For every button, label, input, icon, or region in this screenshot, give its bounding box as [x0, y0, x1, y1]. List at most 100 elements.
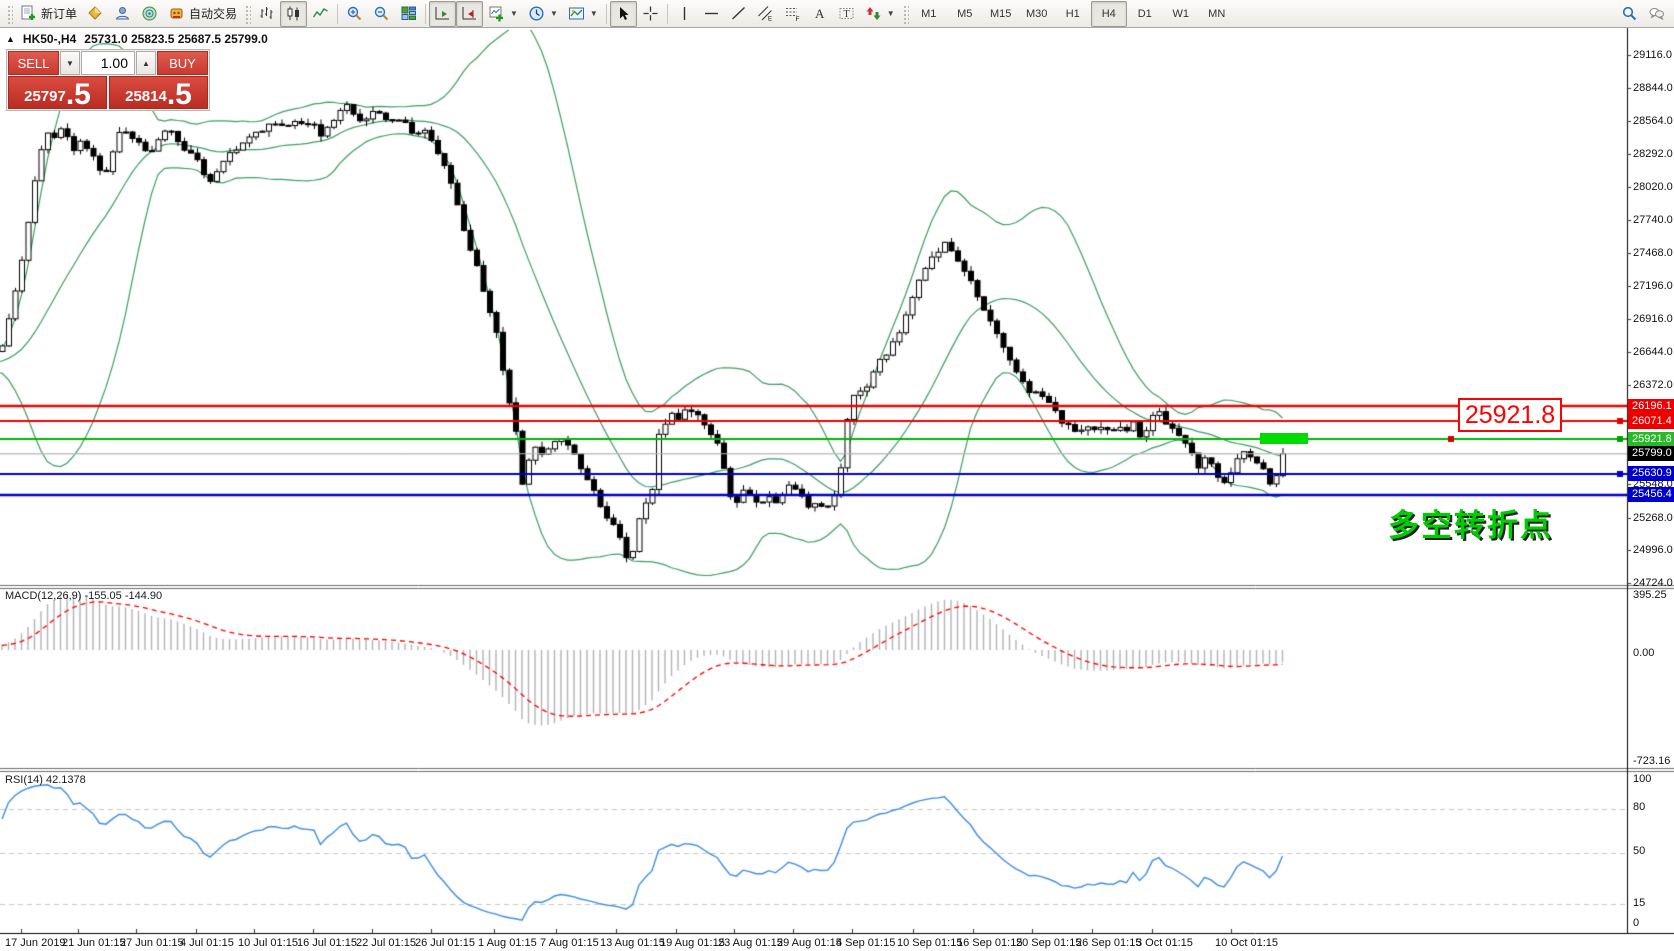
line-chart-button[interactable]	[307, 1, 334, 27]
chevron-down-icon: ▼	[887, 9, 895, 18]
sell-price-frac: .5	[66, 82, 91, 108]
zoom-out-button[interactable]	[368, 1, 395, 27]
search-icon	[1621, 5, 1638, 22]
price-level-tag[interactable]: 25456.4	[1628, 487, 1674, 502]
date-tick-label: 20 Sep 01:15	[1016, 937, 1081, 949]
fibonacci-button[interactable]: F	[779, 1, 806, 27]
horizontal-line-button[interactable]	[698, 1, 725, 27]
rsi-axis-100: 100	[1633, 773, 1651, 785]
sell-price-main: 25797	[24, 89, 66, 104]
price-tick-label: 25268.0	[1633, 512, 1674, 524]
rsi-axis-15: 15	[1633, 897, 1645, 909]
chevron-down-icon: ▼	[590, 9, 598, 18]
toolbar-grip[interactable]	[6, 4, 13, 24]
date-tick-label: 16 Jul 01:15	[297, 937, 357, 949]
scroll-to-end-icon	[434, 5, 451, 22]
scroll-to-end-button[interactable]	[429, 1, 456, 27]
svg-text:F: F	[795, 16, 799, 22]
horizontal-line-icon	[703, 5, 720, 22]
text-button[interactable]: A	[806, 1, 833, 27]
timeframe-button-MN[interactable]: MN	[1199, 1, 1235, 27]
search-button[interactable]	[1616, 1, 1643, 27]
date-tick-label: 26 Jul 01:15	[415, 937, 475, 949]
chat-icon	[1648, 5, 1665, 22]
timeframe-button-H4[interactable]: H4	[1091, 1, 1127, 27]
trendline-button[interactable]	[725, 1, 752, 27]
arrows-button[interactable]: ▼	[860, 1, 900, 27]
timeframe-button-M15[interactable]: M15	[983, 1, 1019, 27]
ohlc-values: 25731.0 25823.5 25687.5 25799.0	[84, 32, 268, 46]
macd-axis-zero: 0.00	[1633, 647, 1654, 659]
sell-price-button[interactable]: 25797.5	[8, 76, 107, 109]
price-annotation-box[interactable]: 25921.8	[1458, 398, 1562, 432]
timeframe-button-W1[interactable]: W1	[1163, 1, 1199, 27]
volume-decrease-button[interactable]: ▼	[60, 51, 80, 75]
price-level-tag[interactable]: 26196.1	[1628, 399, 1674, 414]
text-label-button[interactable]: T	[833, 1, 860, 27]
templates-button[interactable]: ▼	[563, 1, 603, 27]
turning-point-text[interactable]: 多空转折点	[1388, 500, 1553, 545]
equidistant-channel-icon: E	[757, 5, 774, 22]
chat-button[interactable]	[1643, 1, 1670, 27]
timeframe-button-H1[interactable]: H1	[1055, 1, 1091, 27]
date-tick-label: 21 Jun 01:15	[62, 937, 126, 949]
candlestick-chart-button[interactable]	[280, 1, 307, 27]
marker-button[interactable]	[82, 1, 109, 27]
volume-increase-button[interactable]: ▲	[136, 51, 156, 75]
price-level-tag[interactable]: 25630.9	[1628, 466, 1674, 481]
date-tick-label: 19 Aug 01:15	[660, 937, 725, 949]
profile-button[interactable]	[109, 1, 136, 27]
toolbar-grip[interactable]	[244, 4, 251, 24]
price-tick-label: 28292.0	[1633, 148, 1674, 160]
sell-button[interactable]: SELL	[8, 51, 59, 75]
tile-windows-button[interactable]	[395, 1, 422, 27]
date-tick-label: 3 Oct 01:15	[1136, 937, 1193, 949]
buy-price-button[interactable]: 25814.5	[109, 76, 208, 109]
price-level-tag[interactable]: 25921.8	[1628, 432, 1674, 447]
toolbar-grip[interactable]	[902, 4, 909, 24]
macd-axis-max: 395.25	[1633, 589, 1667, 601]
buy-label: BUY	[169, 56, 196, 71]
chart-shift-button[interactable]	[456, 1, 483, 27]
highlight-box[interactable]	[1260, 433, 1308, 444]
profile-icon	[114, 5, 131, 22]
svg-text:T: T	[843, 9, 849, 20]
timeframe-button-M1[interactable]: M1	[911, 1, 947, 27]
autotrade-label: 自动交易	[189, 5, 237, 22]
sell-label: SELL	[18, 56, 50, 71]
timeframe-button-M30[interactable]: M30	[1019, 1, 1055, 27]
zoom-in-button[interactable]	[341, 1, 368, 27]
collapse-panel-icon[interactable]: ▲	[6, 34, 15, 44]
price-tick-label: 26372.0	[1633, 379, 1674, 391]
autotrade-button[interactable]: 自动交易	[163, 1, 242, 27]
cursor-button[interactable]	[610, 1, 637, 27]
buy-price-frac: .5	[167, 82, 192, 108]
volume-input[interactable]	[81, 51, 135, 75]
price-level-tag[interactable]: 26071.4	[1628, 414, 1674, 429]
cursor-icon	[615, 5, 632, 22]
crosshair-button[interactable]	[637, 1, 664, 27]
date-tick-label: 13 Aug 01:15	[600, 937, 665, 949]
price-tick-label: 26644.0	[1633, 346, 1674, 358]
price-tick-label: 26916.0	[1633, 313, 1674, 325]
new-order-button[interactable]: 新订单	[15, 1, 82, 27]
price-tick-label: 27740.0	[1633, 214, 1674, 226]
buy-button[interactable]: BUY	[157, 51, 208, 75]
chart-title: ▲ HK50-,H4 25731.0 25823.5 25687.5 25799…	[6, 32, 268, 46]
bar-chart-icon	[258, 5, 275, 22]
vertical-line-button[interactable]	[671, 1, 698, 27]
channel-button[interactable]: E	[752, 1, 779, 27]
date-tick-label: 29 Aug 01:15	[777, 937, 842, 949]
price-tick-label: 27196.0	[1633, 280, 1674, 292]
timeframe-button-M5[interactable]: M5	[947, 1, 983, 27]
rsi-axis-0: 0	[1633, 917, 1639, 929]
clock-icon	[528, 5, 545, 22]
bar-chart-button[interactable]	[253, 1, 280, 27]
timeframe-button-D1[interactable]: D1	[1127, 1, 1163, 27]
trendline-icon	[730, 5, 747, 22]
periods-button[interactable]: ▼	[523, 1, 563, 27]
indicators-button[interactable]: ▼	[483, 1, 523, 27]
price-chart-canvas[interactable]	[0, 0, 1674, 951]
signals-button[interactable]	[136, 1, 163, 27]
price-level-tag[interactable]: 25799.0	[1628, 446, 1674, 461]
